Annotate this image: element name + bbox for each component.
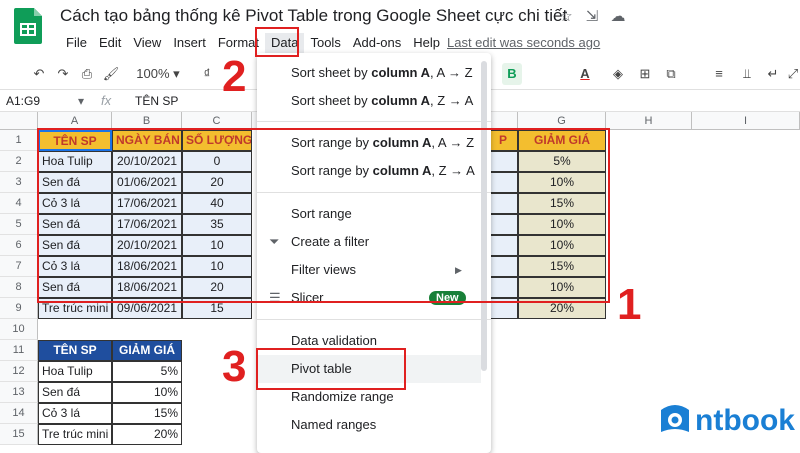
column-header-h[interactable]: H bbox=[606, 112, 692, 130]
table-cell[interactable]: Sen đá bbox=[38, 382, 112, 403]
merge-cells-icon[interactable]: ⧉ bbox=[662, 63, 680, 85]
ntbook-logo-icon bbox=[661, 405, 689, 432]
google-sheets-logo-icon[interactable] bbox=[14, 8, 42, 44]
menu-separator bbox=[257, 121, 491, 122]
vertical-align-icon[interactable]: ⫫ bbox=[738, 63, 756, 85]
table-cell[interactable]: 20% bbox=[112, 424, 182, 445]
text-color-button[interactable]: A bbox=[576, 63, 594, 85]
horizontal-align-icon[interactable]: ≡ bbox=[710, 63, 728, 85]
row-header[interactable]: 14 bbox=[0, 403, 38, 424]
document-title[interactable]: Cách tạo bảng thống kê Pivot Table trong… bbox=[60, 6, 567, 26]
row-header[interactable]: 13 bbox=[0, 382, 38, 403]
zoom-value: 100% bbox=[136, 66, 170, 81]
menu-item-bold: column A bbox=[371, 65, 430, 80]
menu-edit[interactable]: Edit bbox=[93, 33, 127, 53]
cloud-status-icon[interactable]: ☁ bbox=[609, 8, 627, 26]
row-header[interactable]: 2 bbox=[0, 151, 38, 172]
row-header[interactable]: 11 bbox=[0, 340, 38, 361]
fill-color-icon[interactable]: ◈ bbox=[609, 63, 627, 85]
annotation-number-1: 1 bbox=[617, 280, 642, 329]
move-folder-icon[interactable]: ⇲ bbox=[583, 8, 601, 26]
zoom-select[interactable]: 100% ▾ bbox=[136, 63, 180, 85]
row-header[interactable]: 6 bbox=[0, 235, 38, 256]
row-header[interactable]: 7 bbox=[0, 256, 38, 277]
last-edit-link[interactable]: Last edit was seconds ago bbox=[447, 35, 600, 50]
name-box[interactable]: A1:G9 ▾ bbox=[6, 94, 86, 108]
undo-icon[interactable]: ↶ bbox=[30, 63, 48, 85]
menu-help[interactable]: Help bbox=[407, 33, 446, 53]
table-cell[interactable]: Tre trúc mini bbox=[38, 424, 112, 445]
table-cell[interactable]: 10% bbox=[112, 382, 182, 403]
row-header[interactable]: 12 bbox=[0, 361, 38, 382]
row-header[interactable]: 15 bbox=[0, 424, 38, 445]
star-icon[interactable]: ☆ bbox=[557, 8, 575, 26]
paint-format-icon[interactable]: 🖌 bbox=[102, 63, 120, 85]
ntbook-watermark: ntbook bbox=[655, 400, 795, 445]
highlight-data-menu bbox=[255, 27, 299, 57]
menu-item-bold: column A bbox=[371, 93, 430, 108]
menu-item-sort-sheet-az[interactable]: Sort sheet by column A, A → Z bbox=[257, 59, 481, 87]
print-icon[interactable]: ⎙ bbox=[78, 63, 96, 85]
name-box-value: A1:G9 bbox=[6, 94, 41, 108]
row-header[interactable]: 5 bbox=[0, 214, 38, 235]
table-cell[interactable]: Hoa Tulip bbox=[38, 361, 112, 382]
menu-item-named-ranges[interactable]: Named ranges bbox=[257, 411, 481, 439]
watermark-text: ntbook bbox=[695, 404, 795, 437]
row-header[interactable]: 3 bbox=[0, 172, 38, 193]
row-header[interactable]: 4 bbox=[0, 193, 38, 214]
text-rotation-icon[interactable]: ⤢ bbox=[786, 63, 800, 85]
menu-file[interactable]: File bbox=[60, 33, 93, 53]
menu-view[interactable]: View bbox=[127, 33, 167, 53]
column-header-i[interactable]: I bbox=[692, 112, 800, 130]
menu-item-text: , A → Z bbox=[429, 65, 473, 80]
table2-header-cell[interactable]: GIẢM GIÁ bbox=[112, 340, 182, 361]
formula-input[interactable]: TÊN SP bbox=[135, 94, 178, 108]
currency-button[interactable]: ₫ bbox=[200, 63, 214, 85]
borders-icon[interactable]: ⊞ bbox=[636, 63, 654, 85]
row-header[interactable]: 8 bbox=[0, 277, 38, 298]
highlight-pivot-table bbox=[256, 348, 406, 390]
chevron-down-icon: ▾ bbox=[78, 94, 85, 108]
annotation-number-3: 3 bbox=[222, 342, 247, 391]
row-header[interactable]: 10 bbox=[0, 319, 38, 340]
menu-item-text: Named ranges bbox=[291, 417, 377, 432]
menu-item-text: Sort sheet by bbox=[291, 65, 372, 80]
annotation-number-2: 2 bbox=[222, 52, 247, 101]
menu-insert[interactable]: Insert bbox=[167, 33, 212, 53]
menu-tools[interactable]: Tools bbox=[304, 33, 346, 53]
menu-addons[interactable]: Add-ons bbox=[347, 33, 407, 53]
highlight-data-range bbox=[37, 128, 610, 303]
table-cell[interactable]: Cỏ 3 lá bbox=[38, 403, 112, 424]
menu-item-text: , Z → A bbox=[429, 93, 474, 108]
row-header[interactable]: 9 bbox=[0, 298, 38, 319]
table-cell[interactable]: 5% bbox=[112, 361, 182, 382]
redo-icon[interactable]: ↷ bbox=[54, 63, 72, 85]
menu-item-sort-sheet-za[interactable]: Sort sheet by column A, Z → A bbox=[257, 87, 481, 115]
select-all-corner[interactable] bbox=[0, 112, 38, 130]
fx-icon: fx bbox=[101, 93, 112, 108]
menubar: File Edit View Insert Format Data Tools … bbox=[60, 33, 446, 53]
table2-header-cell[interactable]: TÊN SP bbox=[38, 340, 112, 361]
table-cell[interactable]: 15% bbox=[112, 403, 182, 424]
bold-button[interactable]: B bbox=[502, 63, 522, 85]
row-header[interactable]: 1 bbox=[0, 130, 38, 151]
menu-item-text: Sort sheet by bbox=[291, 93, 372, 108]
menu-separator bbox=[257, 319, 491, 320]
text-wrap-icon[interactable]: ↵ bbox=[764, 63, 782, 85]
